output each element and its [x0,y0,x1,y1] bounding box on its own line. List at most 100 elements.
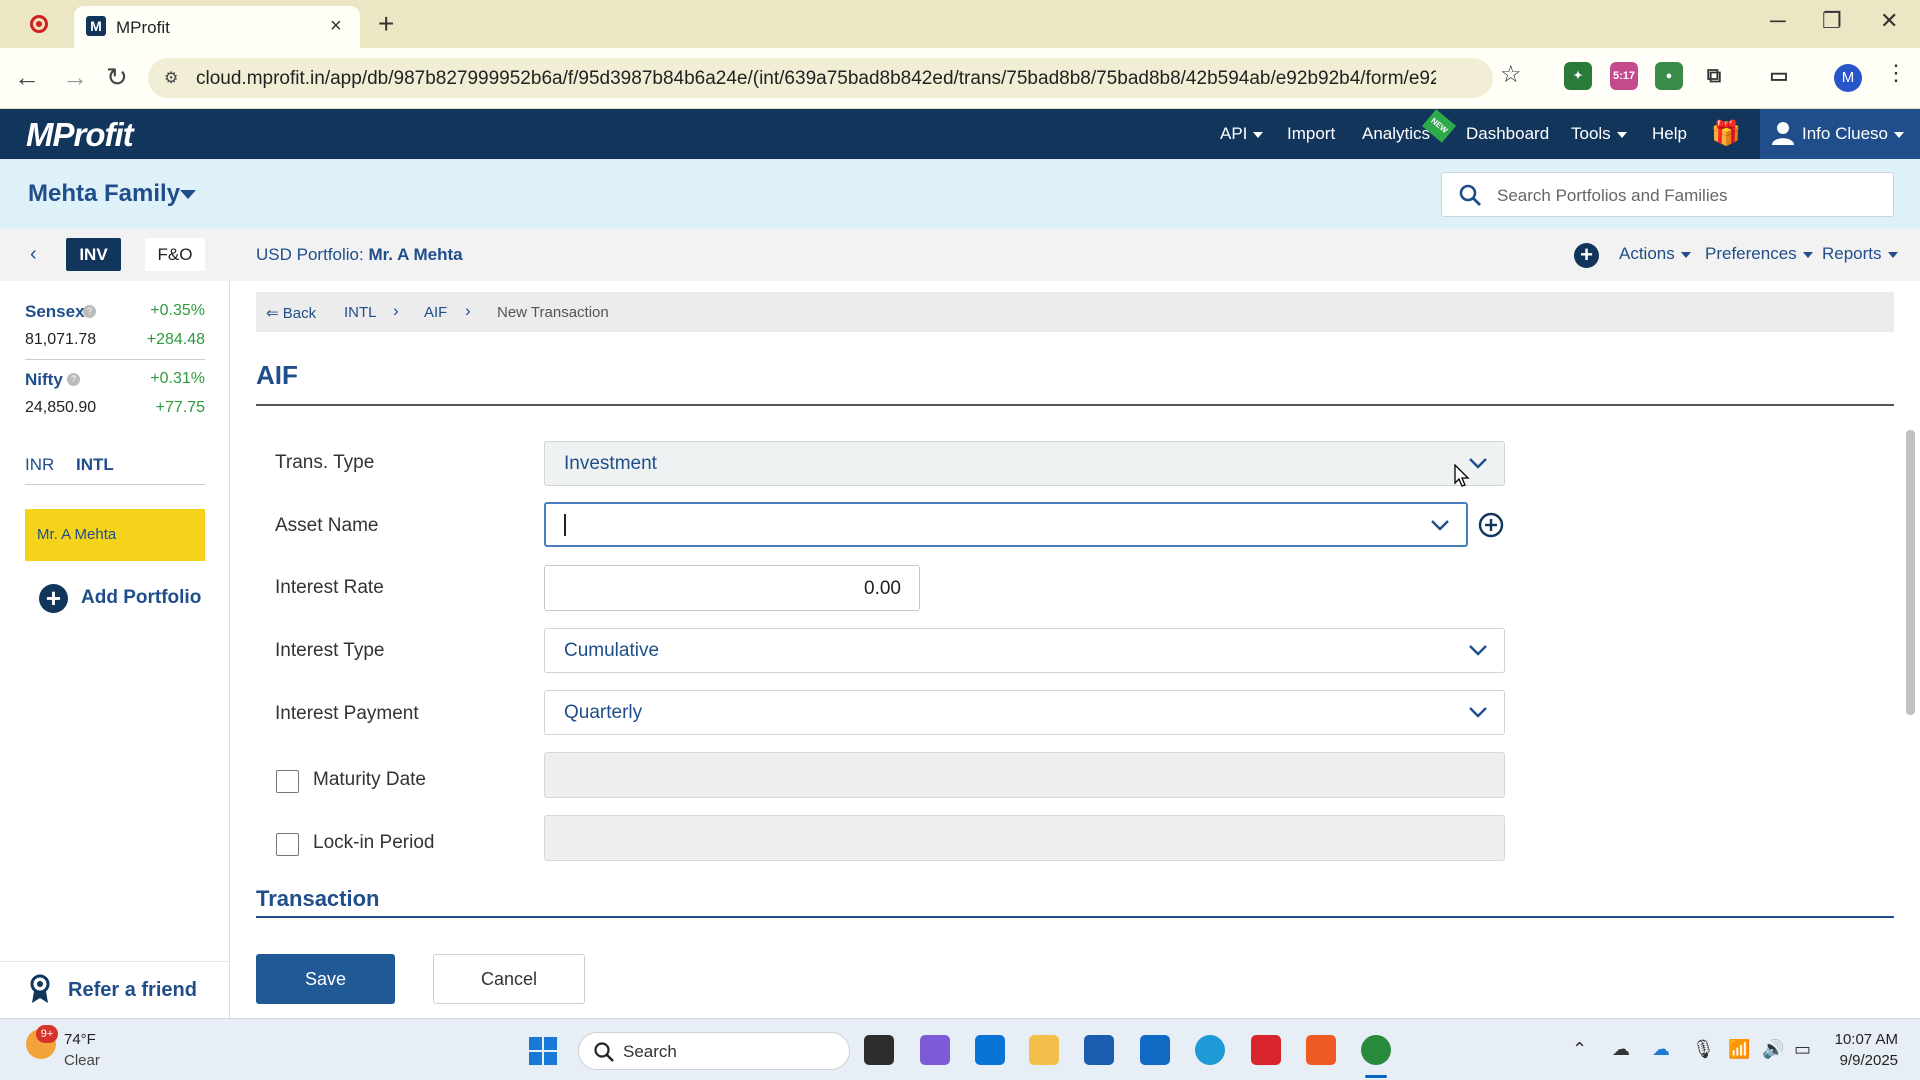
index-value: 24,850.90 [25,399,97,416]
back-arrow-icon[interactable]: ← [14,62,40,93]
asset-name-label: Asset Name [275,515,379,536]
refer-a-friend-link[interactable]: Refer a friend [68,979,197,1002]
index-pct: +0.31% [150,370,205,387]
add-portfolio-icon[interactable]: + [39,584,68,613]
new-tab-icon[interactable]: + [378,8,394,40]
file-explorer-icon[interactable] [1029,1035,1059,1065]
nav-dashboard[interactable]: Dashboard [1466,124,1549,144]
window-close-icon[interactable]: ✕ [1880,8,1898,34]
microphone-icon[interactable]: 🎙 [1692,1039,1715,1060]
add-asset-icon[interactable] [1478,512,1504,538]
edge-icon[interactable] [1195,1035,1225,1065]
interest-type-select[interactable]: Cumulative [544,628,1505,673]
extensions-puzzle-icon[interactable]: ⧉ [1700,62,1728,90]
volume-icon[interactable]: 🔊 [1762,1039,1784,1060]
clock-date[interactable]: 9/9/2025 [1832,1052,1898,1069]
chevron-down-icon [1680,251,1691,258]
mprofit-logo[interactable]: MProfit [26,116,134,154]
taskbar-search[interactable]: Search [578,1032,850,1070]
bookmark-star-icon[interactable]: ☆ [1500,60,1522,89]
tab-title: MProfit [116,18,170,37]
gift-icon[interactable]: 🎁 [1711,119,1741,148]
site-info-icon[interactable]: ⚙ [164,68,182,87]
collapse-sidebar-icon[interactable]: ‹ [30,243,37,266]
nav-import[interactable]: Import [1287,124,1335,144]
app-header: MProfit API Import Analytics NEW Dashboa… [0,109,1920,159]
onedrive-icon[interactable]: ☁ [1652,1039,1670,1060]
award-ribbon-icon [30,974,50,1003]
search-icon [594,1042,614,1062]
browser-profile-avatar[interactable]: M [1834,64,1862,92]
browser-menu-icon[interactable]: ⋮ [1885,60,1907,86]
browser-tab-active[interactable]: M MProfit × [74,6,360,48]
task-view-icon[interactable] [864,1035,894,1065]
currency-tab-inr[interactable]: INR [25,455,54,475]
help-icon[interactable]: ? [67,373,80,386]
tab-search-icon[interactable]: ▭ [1765,62,1793,90]
breadcrumb-back[interactable]: ⇐ Back [266,304,316,322]
index-change: +77.75 [155,399,205,416]
reports-menu[interactable]: Reports [1822,244,1898,264]
user-menu[interactable]: Info Clueso [1760,109,1920,159]
reload-icon[interactable]: ↻ [106,62,128,93]
save-button[interactable]: Save [256,954,395,1004]
interest-payment-select[interactable]: Quarterly [544,690,1505,735]
forward-arrow-icon[interactable]: → [62,62,88,93]
lockin-period-checkbox[interactable] [276,833,299,856]
brave-icon[interactable] [1306,1035,1336,1065]
nav-tools[interactable]: Tools [1571,124,1627,144]
index-pct: +0.35% [150,302,205,319]
extension-timer-icon[interactable]: 5:17 [1610,62,1638,90]
copilot-icon[interactable] [920,1035,950,1065]
cloud-icon[interactable]: ☁ [1612,1039,1630,1060]
maturity-date-checkbox[interactable] [276,770,299,793]
nav-help[interactable]: Help [1652,124,1687,144]
chevron-right-icon: › [465,301,471,320]
tab-fo[interactable]: F&O [145,238,205,271]
nav-api[interactable]: API [1220,124,1264,144]
add-transaction-icon[interactable]: + [1574,243,1599,268]
help-icon[interactable]: ? [83,305,96,318]
address-bar[interactable]: ⚙ cloud.mprofit.in/app/db/987b827999952b… [148,58,1493,98]
minimize-icon[interactable]: ─ [1770,8,1786,34]
chevron-down-icon[interactable] [180,190,196,199]
outlook-icon[interactable] [1140,1035,1170,1065]
clock-time[interactable]: 10:07 AM [1832,1031,1898,1048]
cortana-icon[interactable] [975,1035,1005,1065]
extension-green-icon[interactable]: ✦ [1564,62,1592,90]
currency-tab-intl[interactable]: INTL [76,455,114,475]
add-portfolio-link[interactable]: Add Portfolio [81,587,201,609]
breadcrumb-aif[interactable]: AIF [424,304,447,321]
portfolio-item-selected[interactable]: Mr. A Mehta [25,509,205,561]
wifi-icon[interactable]: 📶 [1728,1039,1750,1060]
windows-start-icon[interactable] [528,1036,558,1066]
actions-menu[interactable]: Actions [1619,244,1691,264]
tray-chevron-up-icon[interactable]: ⌃ [1572,1039,1587,1060]
interest-rate-input[interactable]: 0.00 [544,565,920,611]
search-portfolios-input[interactable]: Search Portfolios and Families [1441,172,1894,217]
wps-office-icon[interactable] [1251,1035,1281,1065]
chevron-down-icon [1431,520,1449,531]
index-nifty: Nifty ? +0.31% 24,850.90 +77.75 [25,370,205,420]
cancel-button[interactable]: Cancel [433,954,585,1004]
restore-icon[interactable]: ❐ [1822,8,1842,34]
extension-robot-icon[interactable]: ● [1655,62,1683,90]
preferences-menu[interactable]: Preferences [1705,244,1813,264]
search-icon [1459,184,1481,206]
weather-badge: 9+ [36,1025,58,1043]
portfolio-prefix: USD Portfolio: [256,245,364,264]
trans-type-select[interactable]: Investment [544,441,1505,486]
microsoft-store-icon[interactable] [1084,1035,1114,1065]
battery-icon[interactable]: ▭ [1794,1039,1811,1060]
breadcrumb-intl[interactable]: INTL [344,304,377,321]
family-selector[interactable]: Mehta Family [28,180,180,208]
mouse-pointer-icon [1454,464,1470,487]
tab-inv[interactable]: INV [66,238,121,271]
nav-analytics[interactable]: Analytics [1362,124,1430,144]
maturity-date-label: Maturity Date [313,769,426,790]
recording-icon[interactable] [30,15,48,33]
chrome-icon[interactable] [1361,1035,1391,1065]
tab-close-icon[interactable]: × [330,15,342,38]
asset-name-input[interactable] [544,502,1468,547]
page-scrollbar[interactable] [1906,430,1915,715]
